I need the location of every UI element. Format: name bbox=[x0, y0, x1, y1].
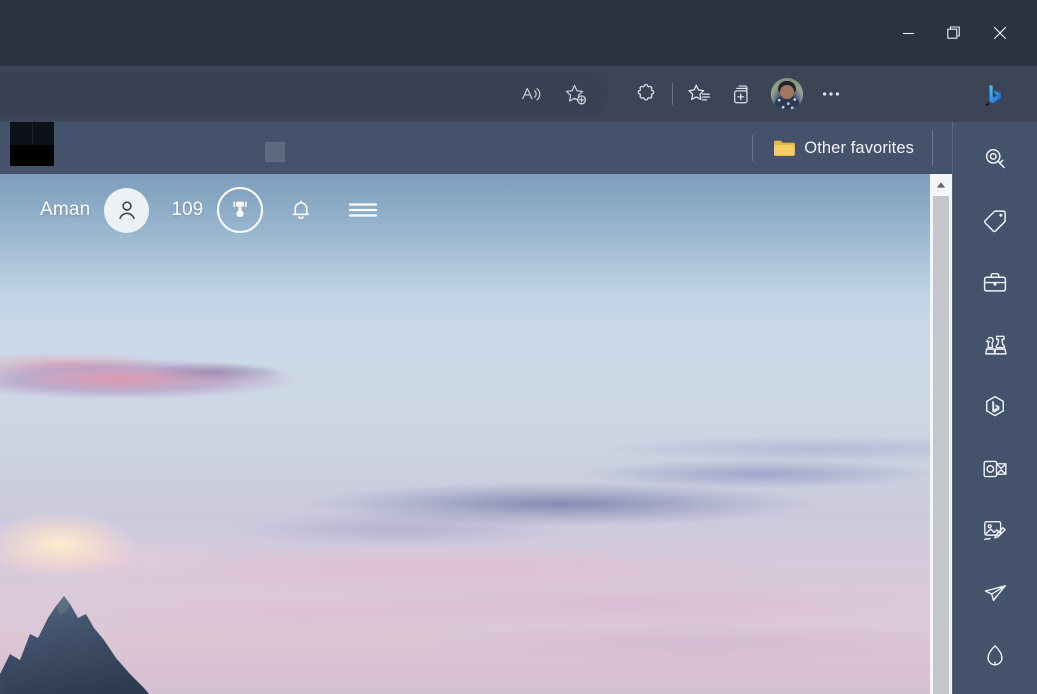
sidebar-item-image-creator[interactable] bbox=[972, 508, 1018, 553]
other-favorites-group: Other favorites bbox=[752, 122, 933, 174]
medal-icon bbox=[233, 201, 247, 218]
favorites-bar-divider bbox=[752, 135, 754, 161]
extensions-icon[interactable] bbox=[624, 72, 668, 116]
sidebar-item-discover[interactable] bbox=[972, 136, 1018, 181]
minimize-button[interactable] bbox=[885, 0, 931, 66]
toolbar-actions bbox=[624, 70, 853, 118]
sidebar-item-drop[interactable] bbox=[972, 570, 1018, 615]
folder-icon bbox=[774, 140, 796, 156]
scroll-up-button[interactable] bbox=[930, 174, 952, 196]
read-aloud-icon[interactable] bbox=[512, 75, 550, 113]
page-scrollbar[interactable] bbox=[930, 174, 952, 694]
paper-plane-icon bbox=[984, 584, 1006, 601]
favorite-item-placeholder-secondary[interactable] bbox=[265, 142, 285, 162]
price-tag-icon bbox=[983, 209, 1006, 232]
favorites-icon[interactable] bbox=[677, 72, 721, 116]
user-avatar-button[interactable] bbox=[104, 187, 150, 233]
profile-avatar[interactable] bbox=[765, 72, 809, 116]
bell-icon bbox=[292, 200, 310, 220]
scroll-up-arrow bbox=[936, 182, 946, 188]
notifications-button[interactable] bbox=[279, 188, 323, 232]
add-favorite-icon[interactable] bbox=[556, 75, 594, 113]
sidebar-item-shopping[interactable] bbox=[972, 198, 1018, 243]
toolbar-divider bbox=[672, 83, 673, 105]
sidebar-item-outlook[interactable] bbox=[972, 446, 1018, 491]
tab-strip[interactable] bbox=[0, 0, 830, 66]
tree-icon bbox=[987, 644, 1003, 665]
user-name: Aman bbox=[40, 199, 91, 220]
person-icon bbox=[119, 201, 135, 220]
image-designer-icon bbox=[984, 520, 1006, 540]
mountain-silhouette bbox=[0, 562, 286, 694]
favorites-bar-divider-right bbox=[932, 131, 933, 165]
avatar bbox=[771, 78, 803, 110]
sidebar-item-copilot[interactable] bbox=[972, 384, 1018, 429]
close-button[interactable] bbox=[977, 0, 1023, 66]
restore-button[interactable] bbox=[931, 0, 977, 66]
collections-icon[interactable] bbox=[721, 72, 765, 116]
favorite-item-placeholder[interactable] bbox=[10, 122, 54, 166]
page-viewport: Aman 109 bbox=[0, 174, 930, 694]
settings-and-more-icon[interactable] bbox=[809, 72, 853, 116]
other-favorites-button[interactable]: Other favorites bbox=[769, 134, 918, 163]
bing-chat-icon bbox=[986, 395, 1004, 416]
sidebar-item-games[interactable] bbox=[972, 322, 1018, 367]
rewards-button[interactable] bbox=[217, 187, 264, 233]
search-magnifier-icon bbox=[985, 148, 1005, 168]
sidebar-item-tools[interactable] bbox=[972, 260, 1018, 305]
title-bar bbox=[0, 0, 1037, 66]
rewards-points: 109 bbox=[171, 199, 204, 220]
edge-sidebar bbox=[952, 122, 1037, 694]
address-bar[interactable] bbox=[0, 70, 608, 118]
other-favorites-label: Other favorites bbox=[804, 138, 914, 157]
main-menu-button[interactable] bbox=[341, 188, 385, 232]
outlook-icon bbox=[983, 460, 1007, 477]
hamburger-menu-icon bbox=[348, 203, 378, 217]
scrollbar-track[interactable] bbox=[930, 196, 952, 694]
page-header: Aman 109 bbox=[0, 174, 930, 246]
browser-window: Other favorites Aman 109 bbox=[0, 0, 1037, 694]
sidebar-item-tree[interactable] bbox=[972, 632, 1018, 677]
briefcase-tools-icon bbox=[983, 272, 1007, 292]
chess-pieces-icon bbox=[985, 335, 1007, 355]
scrollbar-thumb[interactable] bbox=[933, 196, 949, 694]
